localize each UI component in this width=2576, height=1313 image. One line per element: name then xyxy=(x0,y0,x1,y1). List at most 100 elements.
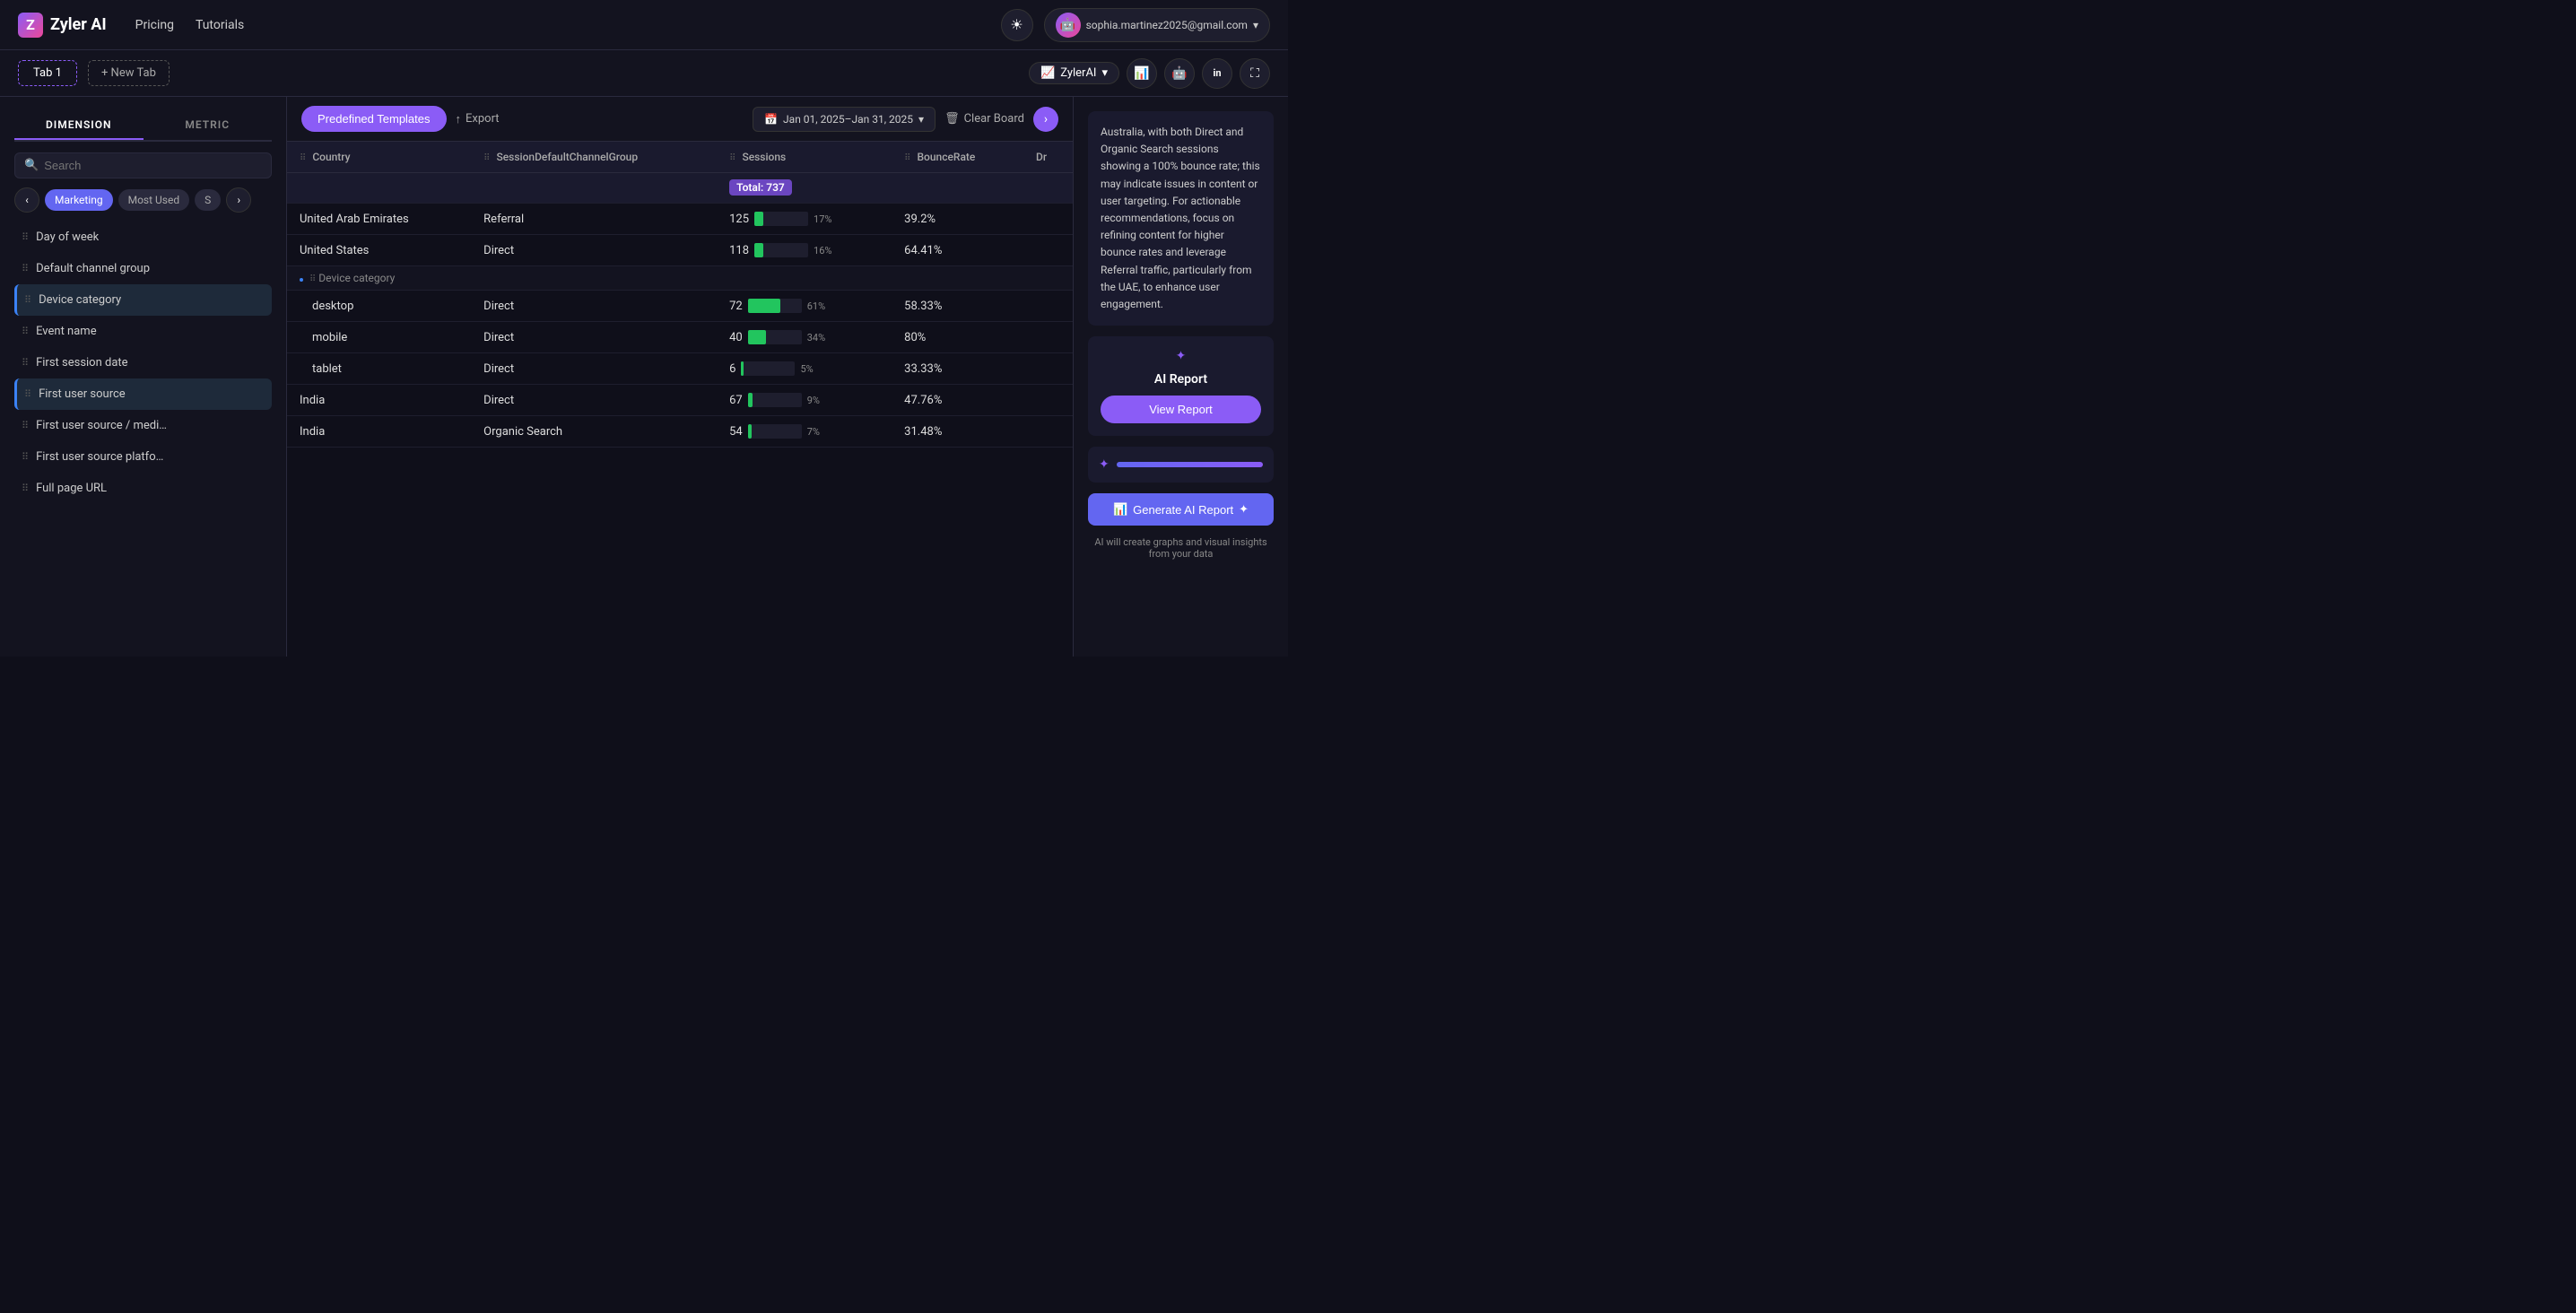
ai-insight-card: Australia, with both Direct and Organic … xyxy=(1088,111,1274,326)
dr-cell xyxy=(1023,291,1073,322)
channel-cell: Direct xyxy=(471,235,717,266)
date-range-picker[interactable]: 📅 Jan 01, 2025–Jan 31, 2025 ▾ xyxy=(753,107,936,132)
filter-left-arrow[interactable]: ‹ xyxy=(14,187,39,213)
user-email-button[interactable]: 🤖 sophia.martinez2025@gmail.com ▾ xyxy=(1044,8,1270,42)
search-icon: 🔍 xyxy=(24,159,39,172)
pct-text: 17% xyxy=(814,213,831,225)
theme-toggle-button[interactable]: ☀ xyxy=(1001,9,1033,41)
bounce-cell: 33.33% xyxy=(892,353,1023,385)
linkedin-icon: in xyxy=(1213,67,1221,79)
logo-area: Z Zyler AI xyxy=(18,13,107,38)
bounce-cell: 31.48% xyxy=(892,416,1023,448)
fullscreen-button[interactable]: ⛶ xyxy=(1240,58,1270,89)
col-sessions[interactable]: ⠿ Sessions xyxy=(717,142,892,173)
sessions-cell: 67 9% xyxy=(717,385,892,416)
dim-label: First user source xyxy=(39,387,126,401)
ai-insight-text: Australia, with both Direct and Organic … xyxy=(1101,124,1261,313)
robot-icon-button[interactable]: 🤖 xyxy=(1164,58,1195,89)
bar-wrap xyxy=(741,361,795,376)
dimension-tab[interactable]: DIMENSION xyxy=(14,111,144,140)
loading-bar xyxy=(1117,462,1263,467)
bar-container: 54 7% xyxy=(729,424,879,439)
country-cell: United Arab Emirates xyxy=(287,204,471,235)
channel-cell: Referral xyxy=(471,204,717,235)
dim-label: Default channel group xyxy=(36,262,150,275)
tab-1-button[interactable]: Tab 1 xyxy=(18,60,77,86)
clear-board-button[interactable]: 🗑 Clear Board xyxy=(944,112,1024,126)
chevron-down-icon: ▾ xyxy=(1253,19,1258,31)
dim-item-event-name[interactable]: ⠿ Event name xyxy=(14,316,272,347)
bar-fill xyxy=(748,393,753,407)
channel-cell: Organic Search xyxy=(471,416,717,448)
sessions-number: 67 xyxy=(729,394,743,407)
avatar: 🤖 xyxy=(1056,13,1081,38)
bounce-cell: 64.41% xyxy=(892,235,1023,266)
drag-indicator xyxy=(300,278,303,282)
chart-icon: 📊 xyxy=(1113,502,1127,517)
dim-label: Device category xyxy=(39,293,121,307)
dim-item-first-session-date[interactable]: ⠿ First session date xyxy=(14,347,272,378)
country-cell: India xyxy=(287,416,471,448)
filter-most-used[interactable]: Most Used xyxy=(118,189,190,211)
col-dr[interactable]: Dr xyxy=(1023,142,1073,173)
next-arrow-button[interactable]: › xyxy=(1033,107,1058,132)
dim-item-default-channel[interactable]: ⠿ Default channel group xyxy=(14,253,272,284)
total-cell xyxy=(287,173,471,204)
nav-pricing[interactable]: Pricing xyxy=(135,18,174,32)
metric-tab[interactable]: METRIC xyxy=(144,111,273,140)
sessions-cell: 6 5% xyxy=(717,353,892,385)
nav-tutorials[interactable]: Tutorials xyxy=(196,18,244,32)
dr-cell xyxy=(1023,416,1073,448)
bounce-cell: 80% xyxy=(892,322,1023,353)
col-channel[interactable]: ⠿ SessionDefaultChannelGroup xyxy=(471,142,717,173)
export-button[interactable]: ↑ Export xyxy=(456,112,500,126)
bar-container: 67 9% xyxy=(729,393,879,407)
drag-icon: ⠿ xyxy=(22,326,29,337)
dim-item-first-user-source-platfo[interactable]: ⠿ First user source platfo… xyxy=(14,441,272,473)
dim-item-day-of-week[interactable]: ⠿ Day of week xyxy=(14,222,272,253)
table-row: United Arab Emirates Referral 125 xyxy=(287,204,1073,235)
bar-wrap xyxy=(748,299,802,313)
orange-icon-button[interactable]: 📊 xyxy=(1127,58,1157,89)
predefined-templates-button[interactable]: Predefined Templates xyxy=(301,106,447,132)
generate-ai-report-button[interactable]: 📊 Generate AI Report ✦ xyxy=(1088,493,1274,526)
section-label: ⠿ Device category xyxy=(287,266,1073,291)
drag-icon: ⠿ xyxy=(22,357,29,369)
drag-dots-icon: ⠿ xyxy=(300,153,306,163)
dim-item-full-page-url[interactable]: ⠿ Full page URL xyxy=(14,473,272,504)
col-bounce[interactable]: ⠿ BounceRate xyxy=(892,142,1023,173)
dr-cell xyxy=(1023,353,1073,385)
generate-hint: AI will create graphs and visual insight… xyxy=(1088,536,1274,560)
export-icon: ↑ xyxy=(456,112,462,126)
dim-item-first-user-source-medi[interactable]: ⠿ First user source / medi… xyxy=(14,410,272,441)
dim-metric-tabs: DIMENSION METRIC xyxy=(14,111,272,142)
device-category-section-header: ⠿ Device category xyxy=(287,266,1073,291)
filter-right-arrow[interactable]: › xyxy=(226,187,251,213)
trash-icon: 🗑 xyxy=(944,112,960,126)
sessions-cell: 54 7% xyxy=(717,416,892,448)
pct-text: 7% xyxy=(807,426,820,438)
dim-item-device-category[interactable]: ⠿ Device category xyxy=(14,284,272,316)
bounce-cell: 47.76% xyxy=(892,385,1023,416)
col-dr-label: Dr xyxy=(1036,151,1047,163)
table-row-india-organic: India Organic Search 54 7% xyxy=(287,416,1073,448)
view-report-button[interactable]: View Report xyxy=(1101,396,1261,423)
search-input[interactable] xyxy=(44,159,262,172)
sessions-number: 54 xyxy=(729,425,743,439)
nav-right: ☀ 🤖 sophia.martinez2025@gmail.com ▾ xyxy=(1001,8,1270,42)
top-nav: Z Zyler AI Pricing Tutorials ☀ 🤖 sophia.… xyxy=(0,0,1288,50)
zyler-ai-button[interactable]: 📈 ZylerAI ▾ xyxy=(1029,62,1119,84)
filter-marketing[interactable]: Marketing xyxy=(45,189,113,211)
logo-letter: Z xyxy=(26,16,35,33)
total-cell xyxy=(892,173,1023,204)
dim-item-first-user-source[interactable]: ⠿ First user source xyxy=(14,378,272,410)
drag-icon: ⠿ xyxy=(22,263,29,274)
dim-label: First user source / medi… xyxy=(36,419,167,432)
new-tab-button[interactable]: + New Tab xyxy=(88,60,170,86)
export-label: Export xyxy=(466,112,500,126)
filter-s[interactable]: S xyxy=(195,189,221,211)
country-cell: mobile xyxy=(287,322,471,353)
zyler-ai-label: ZylerAI xyxy=(1060,66,1096,80)
linkedin-icon-button[interactable]: in xyxy=(1202,58,1232,89)
col-country[interactable]: ⠿ Country xyxy=(287,142,471,173)
